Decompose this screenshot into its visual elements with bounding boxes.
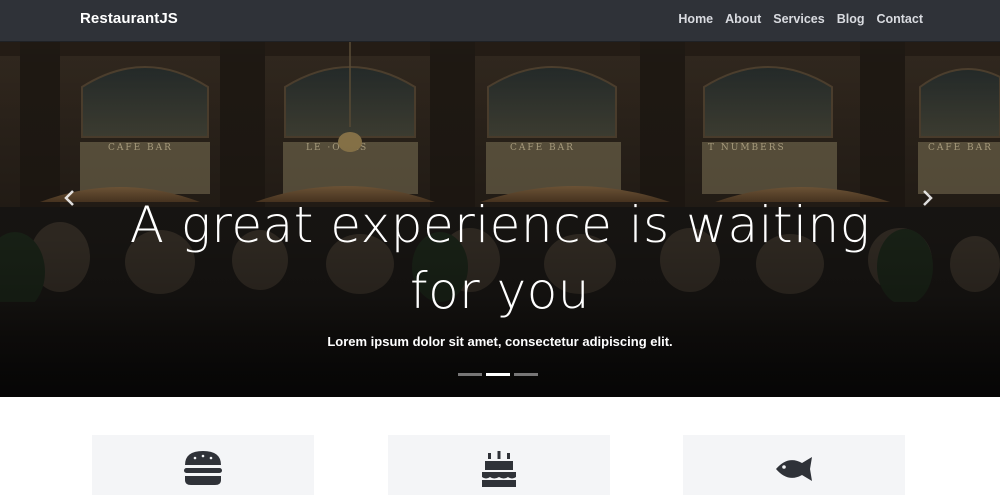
- features-section: [0, 397, 1000, 495]
- top-navbar: RestaurantJS Home About Services Blog Co…: [0, 0, 1000, 42]
- cake-icon: [482, 451, 516, 487]
- main-nav: Home About Services Blog Contact: [666, 12, 923, 26]
- fish-icon: [776, 457, 812, 481]
- feature-card-cake: [388, 435, 610, 495]
- hero-title-line-1: A great experience is waiting: [129, 196, 871, 254]
- hero-subtitle: Lorem ipsum dolor sit amet, consectetur …: [327, 334, 673, 349]
- burger-icon: [184, 451, 222, 485]
- nav-link-home[interactable]: Home: [678, 12, 713, 26]
- nav-link-about[interactable]: About: [725, 12, 761, 26]
- hero-carousel: CAFE BAR LE ·OURS CAFE BAR T NUMBERS CAF…: [0, 42, 1000, 397]
- feature-card-fish: [683, 435, 905, 495]
- carousel-indicator-3[interactable]: [514, 373, 538, 376]
- hero-title-line-2: for you: [409, 262, 590, 320]
- nav-link-blog[interactable]: Blog: [837, 12, 865, 26]
- carousel-indicators: [458, 373, 538, 376]
- brand-logo[interactable]: RestaurantJS: [80, 10, 178, 27]
- chevron-right-icon[interactable]: [918, 188, 936, 208]
- carousel-indicator-1[interactable]: [458, 373, 482, 376]
- nav-link-contact[interactable]: Contact: [876, 12, 923, 26]
- hero-title: A great experience is waiting for you: [0, 192, 1000, 324]
- carousel-indicator-2[interactable]: [486, 373, 510, 376]
- feature-card-burger: [92, 435, 314, 495]
- chevron-left-icon[interactable]: [61, 188, 79, 208]
- nav-link-services[interactable]: Services: [773, 12, 824, 26]
